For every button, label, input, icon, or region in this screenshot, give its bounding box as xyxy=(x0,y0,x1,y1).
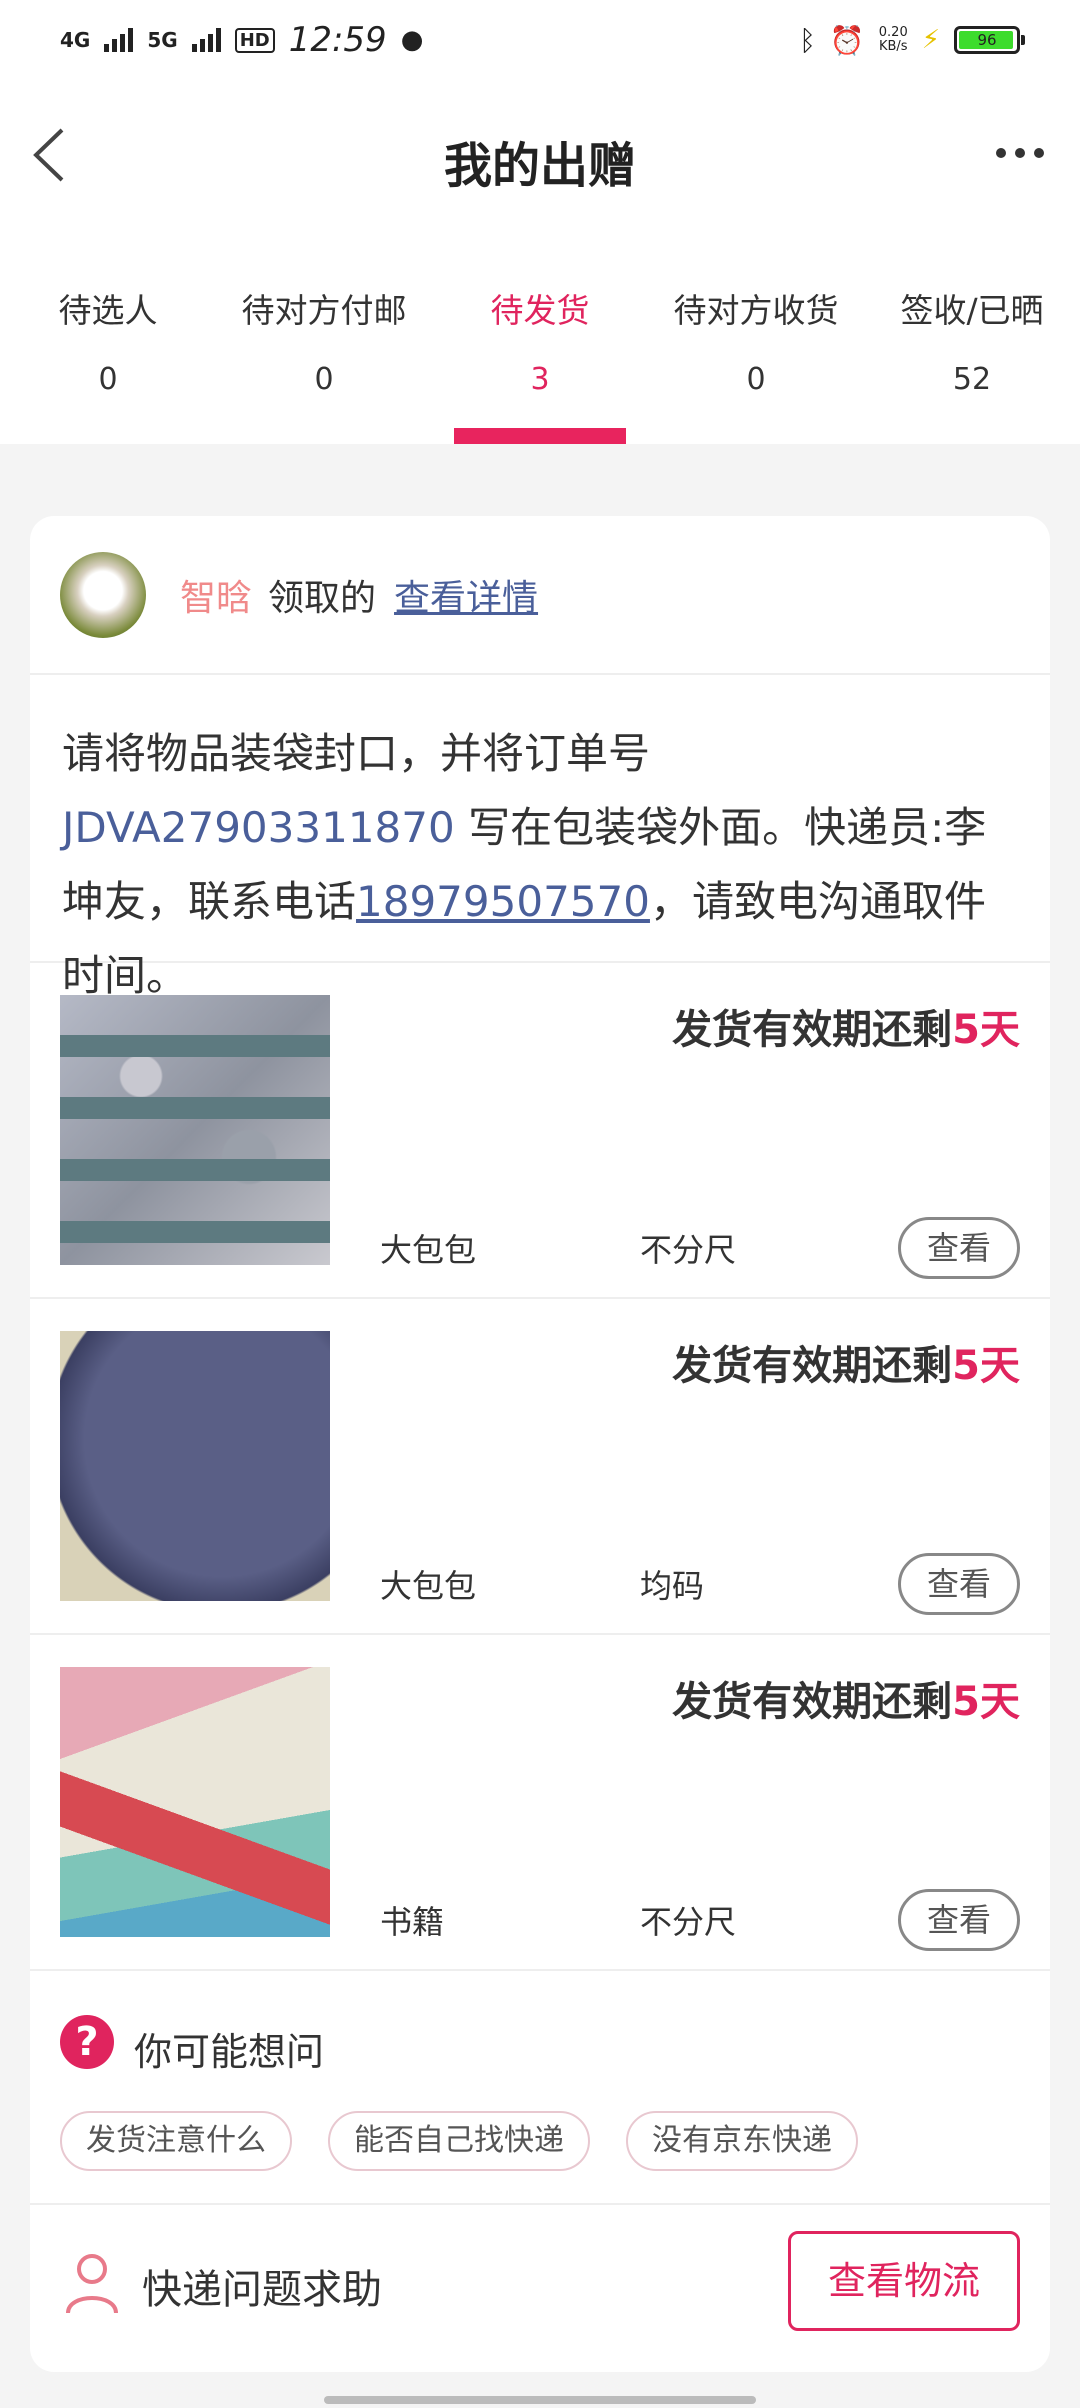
faq-section: ? 你可能想问 发货注意什么 能否自己找快递 没有京东快递 xyxy=(30,1971,1050,2205)
more-options-icon[interactable] xyxy=(996,148,1044,158)
tab-received[interactable]: 签收/已晒 52 xyxy=(864,230,1080,444)
order-card: 智晗 领取的 查看详情 请将物品装袋封口，并将订单号 JDVA279033118… xyxy=(30,516,1050,2372)
view-button[interactable]: 查看 xyxy=(898,1889,1020,1951)
shipping-deadline: 发货有效期还剩5天 xyxy=(672,1669,1020,1727)
net-speed-unit: KB/s xyxy=(878,39,908,54)
item-size: 不分尺 xyxy=(640,1903,737,1941)
tab-label: 待对方收货 xyxy=(673,291,839,330)
question-icon: ? xyxy=(60,2015,114,2069)
tab-count: 3 xyxy=(530,362,550,397)
tab-label: 待选人 xyxy=(58,291,158,330)
view-button[interactable]: 查看 xyxy=(898,1553,1020,1615)
deadline-text: 发货有效期还剩 xyxy=(672,1343,953,1389)
battery-level: 96 xyxy=(977,31,997,49)
faq-chip[interactable]: 发货注意什么 xyxy=(60,2111,292,2171)
courier-help-link[interactable]: 快递问题求助 xyxy=(142,2257,382,2315)
top-app-bar: 我的出赠 xyxy=(0,80,1080,230)
faq-chip[interactable]: 没有京东快递 xyxy=(626,2111,858,2171)
view-button[interactable]: 查看 xyxy=(898,1217,1020,1279)
tab-count: 0 xyxy=(98,362,118,397)
item-image[interactable] xyxy=(60,995,330,1265)
item-image[interactable] xyxy=(60,1667,330,1937)
deadline-days: 5天 xyxy=(952,1679,1020,1725)
hd-badge: HD xyxy=(234,27,275,53)
shipping-notice: 请将物品装袋封口，并将订单号 JDVA27903311870 写在包装袋外面。快… xyxy=(30,675,1050,1000)
deadline-days: 5天 xyxy=(952,1343,1020,1389)
view-details-link[interactable]: 查看详情 xyxy=(394,569,538,621)
tab-label: 待发货 xyxy=(490,291,590,330)
help-row: 快递问题求助 查看物流 xyxy=(30,2205,1050,2372)
tab-pending-shipment[interactable]: 待发货 3 xyxy=(432,230,648,444)
tab-label: 签收/已晒 xyxy=(900,291,1044,330)
notice-text: 请将物品装袋封口，并将订单号 xyxy=(62,729,651,778)
clock: 12:59 xyxy=(288,20,387,60)
bluetooth-icon: ᛒ xyxy=(799,23,816,57)
signal-bars-icon xyxy=(104,28,134,52)
faq-chips: 发货注意什么 能否自己找快递 没有京东快递 xyxy=(60,2111,858,2171)
item-name: 大包包 xyxy=(380,1567,477,1605)
page-title: 我的出赠 xyxy=(443,138,636,194)
tab-pending-postage[interactable]: 待对方付邮 0 xyxy=(216,230,432,444)
deadline-days: 5天 xyxy=(952,1007,1020,1053)
tab-count: 0 xyxy=(314,362,334,397)
signal-4g-label: 4G xyxy=(60,28,91,52)
signal-5g-label: 5G xyxy=(147,28,178,52)
courier-phone-link[interactable]: 18979507570 xyxy=(356,877,650,926)
item-name: 大包包 xyxy=(380,1231,477,1269)
person-icon xyxy=(66,2254,118,2314)
item-size: 均码 xyxy=(640,1567,705,1605)
net-speed-value: 0.20 xyxy=(878,25,908,40)
item-size: 不分尺 xyxy=(640,1231,737,1269)
charging-icon: ⚡ xyxy=(921,25,940,55)
shipping-deadline: 发货有效期还剩5天 xyxy=(672,1333,1020,1391)
faq-title: 你可能想问 xyxy=(134,2030,325,2074)
status-bar: 4G 5G HD 12:59 ● ᛒ ⏰ 0.20 KB/s ⚡ 96 xyxy=(0,0,1080,80)
faq-chip[interactable]: 能否自己找快递 xyxy=(328,2111,590,2171)
item-image[interactable] xyxy=(60,1331,330,1601)
net-speed: 0.20 KB/s xyxy=(879,26,908,54)
list-item: 发货有效期还剩5天 大包包 不分尺 查看 xyxy=(30,963,1050,1299)
item-name: 书籍 xyxy=(380,1903,445,1941)
battery-icon: 96 xyxy=(954,26,1025,54)
alarm-icon: ⏰ xyxy=(829,23,865,57)
status-tabs: 待选人 0 待对方付邮 0 待发货 3 待对方收货 0 签收/已晒 52 xyxy=(0,230,1080,444)
tab-pending-select[interactable]: 待选人 0 xyxy=(0,230,216,444)
tab-label: 待对方付邮 xyxy=(241,291,407,330)
home-indicator[interactable] xyxy=(324,2396,756,2404)
deadline-text: 发货有效期还剩 xyxy=(672,1679,953,1725)
list-item: 发货有效期还剩5天 书籍 不分尺 查看 xyxy=(30,1635,1050,1971)
tab-count: 52 xyxy=(952,362,992,397)
list-item: 发货有效期还剩5天 大包包 均码 查看 xyxy=(30,1299,1050,1635)
tab-count: 0 xyxy=(746,362,766,397)
tab-pending-receipt[interactable]: 待对方收货 0 xyxy=(648,230,864,444)
recipient-row: 智晗 领取的 查看详情 xyxy=(30,516,1050,675)
recipient-action: 领取的 xyxy=(268,577,377,619)
wechat-icon: ● xyxy=(400,25,424,55)
order-number: JDVA27903311870 xyxy=(62,803,455,852)
track-shipment-button[interactable]: 查看物流 xyxy=(788,2231,1020,2331)
recipient-name[interactable]: 智晗 xyxy=(180,569,252,621)
shipping-deadline: 发货有效期还剩5天 xyxy=(672,997,1020,1055)
deadline-text: 发货有效期还剩 xyxy=(672,1007,953,1053)
signal-bars-icon xyxy=(191,28,221,52)
avatar[interactable] xyxy=(60,551,146,638)
